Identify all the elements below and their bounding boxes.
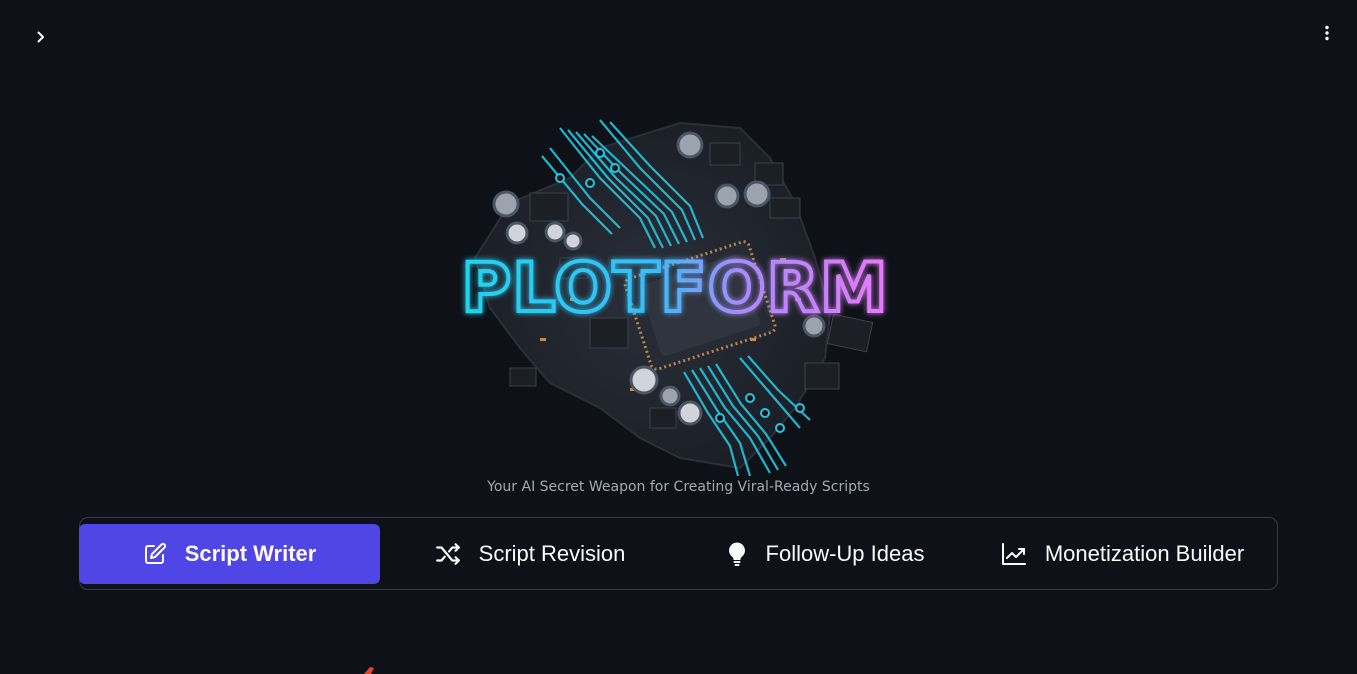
tab-script-revision[interactable]: Script Revision xyxy=(380,524,680,584)
sidebar-toggle-button[interactable] xyxy=(28,24,54,50)
partial-graphic-fragment xyxy=(364,667,374,674)
shuffle-icon xyxy=(435,542,460,565)
feature-tab-bar: Script Writer Script Revision Follow-Up … xyxy=(79,517,1278,590)
tagline: Your AI Secret Weapon for Creating Viral… xyxy=(487,479,870,495)
tab-monetization-builder[interactable]: Monetization Builder xyxy=(970,524,1275,584)
plotform-logo-image: PLOTFORM xyxy=(459,119,890,476)
tab-follow-up-ideas-label: Follow-Up Ideas xyxy=(765,540,925,566)
lightbulb-icon xyxy=(728,542,745,566)
tab-script-writer[interactable]: Script Writer xyxy=(79,523,380,584)
tab-monetization-builder-label: Monetization Builder xyxy=(1044,540,1245,566)
tab-script-revision-label: Script Revision xyxy=(478,540,626,566)
app-page: PLOTFORM Your AI Secret Weapon for Creat… xyxy=(0,0,1357,674)
tab-script-writer-label: Script Writer xyxy=(184,540,317,566)
vertical-dots-icon xyxy=(1325,25,1329,41)
chevron-right-icon xyxy=(37,31,44,43)
edit-icon xyxy=(144,542,166,564)
main-menu-button[interactable] xyxy=(1315,20,1339,46)
plotform-logo-text: PLOTFORM xyxy=(461,249,888,328)
trending-up-icon xyxy=(1001,542,1026,565)
tab-follow-up-ideas[interactable]: Follow-Up Ideas xyxy=(680,524,970,584)
